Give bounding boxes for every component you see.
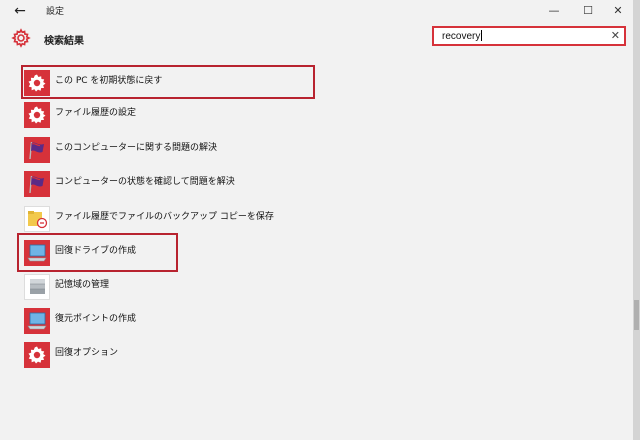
result-item[interactable]: ファイル履歴でファイルのバックアップ コピーを保存 [24,206,304,234]
page-title: 検索結果 [44,36,84,47]
result-item[interactable]: 記憶域の管理 [24,274,304,302]
result-item-label: ファイル履歴でファイルのバックアップ コピーを保存 [55,212,274,222]
window-title: 設定 [46,7,65,17]
result-item[interactable]: コンピューターの状態を確認して問題を解決 [24,171,304,199]
scrollbar-thumb[interactable] [634,300,639,330]
maximize-button[interactable]: ☐ [576,2,600,20]
result-item-label: このコンピューターに関する問題の解決 [55,143,218,153]
search-results-header: 検索結果 recovery ✕ [0,24,633,54]
storage-icon [24,274,50,300]
result-item-label: ファイル履歴の設定 [55,108,137,118]
search-input[interactable]: recovery ✕ [432,26,626,46]
scrollbar[interactable] [633,0,640,440]
highlight-box [21,65,315,99]
computer-icon [24,308,50,334]
minimize-button[interactable]: — [542,2,566,20]
close-button[interactable]: ✕ [606,2,630,20]
clear-search-icon[interactable]: ✕ [611,28,620,44]
gear-icon [24,102,50,128]
result-item-label: 記憶域の管理 [55,280,110,290]
flag-icon [24,137,50,163]
result-item-label: コンピューターの状態を確認して問題を解決 [55,177,235,187]
result-item-label: 復元ポイントの作成 [55,314,137,324]
highlight-box [17,233,178,272]
search-input-value[interactable]: recovery [442,30,483,42]
gear-icon [24,342,50,368]
flag-icon [24,171,50,197]
gear-icon [11,28,31,48]
title-bar: ← 設定 — ☐ ✕ [0,0,633,22]
result-item[interactable]: 復元ポイントの作成 [24,308,304,336]
result-item[interactable]: このコンピューターに関する問題の解決 [24,137,304,165]
settings-window: ← 設定 — ☐ ✕ 検索結果 recovery ✕ この PC を初期状態に戻… [0,0,633,440]
folder-icon [24,206,50,232]
back-button[interactable]: ← [10,2,30,20]
result-item-label: 回復オプション [55,348,119,358]
result-item[interactable]: 回復オプション [24,342,304,370]
result-item[interactable]: ファイル履歴の設定 [24,102,304,130]
